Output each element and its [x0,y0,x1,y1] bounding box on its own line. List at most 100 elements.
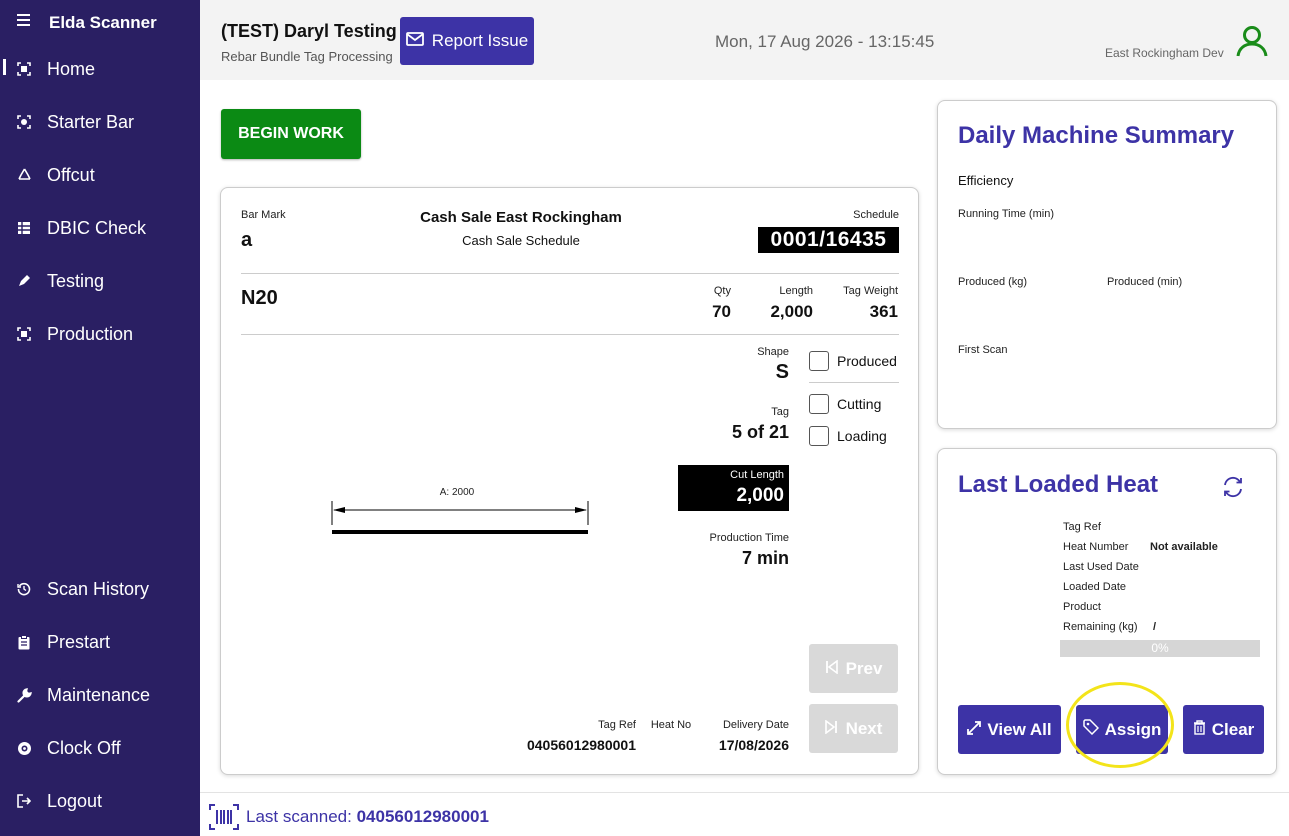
cutting-label: Cutting [837,396,882,412]
barcode-icon [209,804,239,835]
datetime: Mon, 17 Aug 2026 - 13:15:45 [715,32,935,51]
menu-icon[interactable] [17,14,31,28]
mail-icon [405,31,424,51]
heat-no-label: Heat No [650,719,692,731]
assign-label: Assign [1104,719,1162,739]
length-value: 2,000 [770,302,813,321]
refresh-icon[interactable] [1222,476,1244,503]
delivery-date-label: Delivery Date [722,719,789,731]
page-subtitle: Rebar Bundle Tag Processing [221,49,393,64]
footer: Last scanned: 04056012980001 [200,792,1289,836]
sidebar-item-prestart[interactable]: Prestart [0,617,200,667]
sidebar-item-production[interactable]: Production [0,309,200,359]
cutting-checkbox[interactable] [809,394,829,414]
clear-button[interactable]: Clear [1183,705,1264,754]
sidebar-item-label: Maintenance [47,684,151,705]
scan-icon [16,61,32,77]
schedule-number: 0001/16435 [758,227,899,253]
trash-icon [1193,719,1206,740]
customer-name: Cash Sale East Rockingham [420,209,622,226]
qty-value: 70 [712,302,731,321]
sidebar-item-label: Testing [47,270,105,291]
heat-number-label: Heat Number [1063,541,1129,553]
sidebar-item-label: Starter Bar [47,111,135,132]
cut-length-value: 2,000 [736,485,784,506]
report-issue-label: Report Issue [431,31,529,50]
qty-label: Qty [713,285,731,297]
sidebar-item-label: Scan History [47,578,150,599]
loading-checkbox[interactable] [809,426,829,446]
product-label: Product [1063,601,1101,613]
running-time-label: Running Time (min) [958,208,1054,220]
cut-length-label: Cut Length [730,469,784,481]
expand-icon [967,720,982,740]
grid-icon [16,220,32,236]
tag-label: Tag [771,406,789,418]
sidebar: Elda Scanner Home Starter Bar Offcut DBI… [0,0,200,836]
remaining-value: / [1153,621,1157,633]
last-scanned: Last scanned: 04056012980001 [246,807,489,827]
bar-mark-label: Bar Mark [241,209,286,221]
remaining-progress-bar: 0% [1060,640,1260,657]
sidebar-item-label: DBIC Check [47,217,147,238]
sidebar-item-label: Logout [47,790,103,811]
sidebar-item-label: Home [47,58,96,79]
sidebar-item-label: Clock Off [47,737,121,758]
history-icon [16,581,32,597]
efficiency-label: Efficiency [958,173,1014,188]
bar-type: N20 [241,287,278,309]
last-scanned-value: 04056012980001 [356,807,489,826]
cut-length-box: Cut Length 2,000 [678,465,789,511]
tag-icon [1082,719,1099,740]
tag-count: 5 of 21 [731,422,789,442]
sidebar-item-testing[interactable]: Testing [0,256,200,306]
sidebar-item-logout[interactable]: Logout [0,776,200,826]
sidebar-item-starter-bar[interactable]: Starter Bar [0,97,200,147]
clear-label: Clear [1211,719,1255,739]
produced-kg-label: Produced (kg) [958,276,1028,288]
begin-work-button[interactable]: BEGIN WORK [221,109,361,159]
scan-icon [16,326,32,342]
remaining-label: Remaining (kg) [1063,621,1138,633]
skip-forward-icon [824,718,838,739]
heat-number-value: Not available [1150,541,1218,553]
next-label: Next [845,718,883,738]
report-issue-button[interactable]: Report Issue [400,17,534,65]
production-time-label: Production Time [709,532,789,544]
prev-button[interactable]: Prev [809,644,898,693]
divider [809,382,899,383]
shape-value: S [775,361,789,383]
recycle-icon [16,167,32,183]
tag-ref-value: 04056012980001 [526,737,636,753]
app-title: Elda Scanner [49,13,157,32]
skip-back-icon [825,658,838,679]
summary-title: Daily Machine Summary [958,122,1235,149]
pen-icon [16,273,32,289]
view-all-button[interactable]: View All [958,705,1061,754]
sidebar-item-home[interactable]: Home [0,44,200,94]
bar-mark-value: a [241,229,253,251]
view-all-label: View All [987,719,1052,739]
header: (TEST) Daryl Testing Rebar Bundle Tag Pr… [200,0,1289,80]
heat-tag-ref-label: Tag Ref [1063,521,1101,533]
sidebar-item-offcut[interactable]: Offcut [0,150,200,200]
divider [241,273,899,274]
assign-button[interactable]: Assign [1076,705,1168,754]
logout-icon [16,793,32,809]
produced-checkbox[interactable] [809,351,829,371]
dimension-label: A: 2000 [439,487,475,498]
sidebar-item-clock-off[interactable]: Clock Off [0,723,200,773]
sidebar-header: Elda Scanner [0,0,200,46]
sidebar-item-dbic-check[interactable]: DBIC Check [0,203,200,253]
delivery-date-value: 17/08/2026 [718,737,789,753]
prev-label: Prev [845,658,883,678]
page-title: (TEST) Daryl Testing [221,21,397,41]
divider [241,334,899,335]
user-icon[interactable] [1235,24,1269,58]
sidebar-item-scan-history[interactable]: Scan History [0,564,200,614]
progress-text: 0% [1151,641,1169,655]
clock-icon [16,740,32,756]
sidebar-item-maintenance[interactable]: Maintenance [0,670,200,720]
next-button[interactable]: Next [809,704,898,753]
heat-title: Last Loaded Heat [958,471,1159,498]
